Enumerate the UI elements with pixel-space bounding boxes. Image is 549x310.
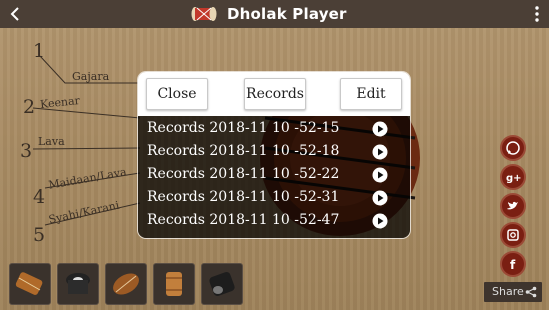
whatsapp-icon xyxy=(506,141,520,155)
dholak-logo-icon xyxy=(191,7,217,21)
app-title: Dholak Player xyxy=(227,5,347,23)
record-name: Records 2018-11 10 -52-15 xyxy=(147,120,340,136)
record-name: Records 2018-11 10 -52-47 xyxy=(147,212,340,228)
record-row[interactable]: Records 2018-11 10 -52-22 xyxy=(138,164,410,186)
records-button[interactable]: Records xyxy=(244,78,306,110)
svg-text:f: f xyxy=(510,258,516,272)
title-group: Dholak Player xyxy=(191,3,347,25)
instrument-thumb-4[interactable] xyxy=(153,263,195,305)
google-plus-icon: g+ xyxy=(506,173,522,184)
twitter-button[interactable] xyxy=(500,193,526,219)
record-name: Records 2018-11 10 -52-22 xyxy=(147,166,340,182)
part-number-3: 3 xyxy=(20,140,33,162)
instrument-thumb-5[interactable] xyxy=(201,263,243,305)
drum-thumb-icon xyxy=(166,272,182,296)
dholak-thumb-icon xyxy=(15,272,43,295)
play-circle-icon[interactable] xyxy=(372,213,388,229)
record-name: Records 2018-11 10 -52-18 xyxy=(147,143,340,159)
part-label-lava: Lava xyxy=(38,135,65,148)
instrument-thumb-3[interactable] xyxy=(105,263,147,305)
app-bar: Dholak Player xyxy=(0,0,549,28)
record-name: Records 2018-11 10 -52-31 xyxy=(147,189,340,205)
instagram-button[interactable] xyxy=(500,222,526,248)
play-circle-icon[interactable] xyxy=(372,121,388,137)
part-number-2: 2 xyxy=(23,96,36,118)
play-circle-icon[interactable] xyxy=(372,190,388,206)
google-plus-button[interactable]: g+ xyxy=(500,164,526,190)
facebook-icon: f xyxy=(510,258,516,272)
tabla-thumb-icon xyxy=(66,273,90,294)
part-label-gajara: Gajara xyxy=(72,70,110,83)
twitter-icon xyxy=(507,201,518,210)
edit-button[interactable]: Edit xyxy=(340,78,402,110)
close-button[interactable]: Close xyxy=(146,78,208,110)
record-row[interactable]: Records 2018-11 10 -52-18 xyxy=(138,141,410,163)
back-arrow-icon[interactable] xyxy=(6,3,24,25)
instagram-icon xyxy=(507,229,519,241)
share-label: Share xyxy=(492,285,524,298)
play-circle-icon[interactable] xyxy=(372,167,388,183)
records-dialog: Close Records Edit Records 2018-11 10 -5… xyxy=(138,72,410,238)
share-button[interactable]: Share xyxy=(484,282,542,302)
part-number-1: 1 xyxy=(33,40,46,62)
record-row[interactable]: Records 2018-11 10 -52-47 xyxy=(138,210,410,232)
share-icon xyxy=(525,286,537,298)
svg-text:g+: g+ xyxy=(506,173,522,184)
part-number-4: 4 xyxy=(33,186,46,208)
records-list: Records 2018-11 10 -52-15 Records 2018-1… xyxy=(138,116,410,238)
overflow-menu-icon[interactable] xyxy=(533,5,541,23)
dialog-header: Close Records Edit xyxy=(138,72,410,116)
facebook-button[interactable]: f xyxy=(500,251,526,277)
instrument-thumb-2[interactable] xyxy=(57,263,99,305)
play-circle-icon[interactable] xyxy=(372,144,388,160)
mridangam-thumb-icon xyxy=(113,273,139,295)
record-row[interactable]: Records 2018-11 10 -52-31 xyxy=(138,187,410,209)
whatsapp-button[interactable] xyxy=(500,135,526,161)
instrument-thumb-1[interactable] xyxy=(9,263,51,305)
part-number-5: 5 xyxy=(33,224,46,246)
dhol-thumb-icon xyxy=(209,271,235,297)
record-row[interactable]: Records 2018-11 10 -52-15 xyxy=(138,118,410,140)
